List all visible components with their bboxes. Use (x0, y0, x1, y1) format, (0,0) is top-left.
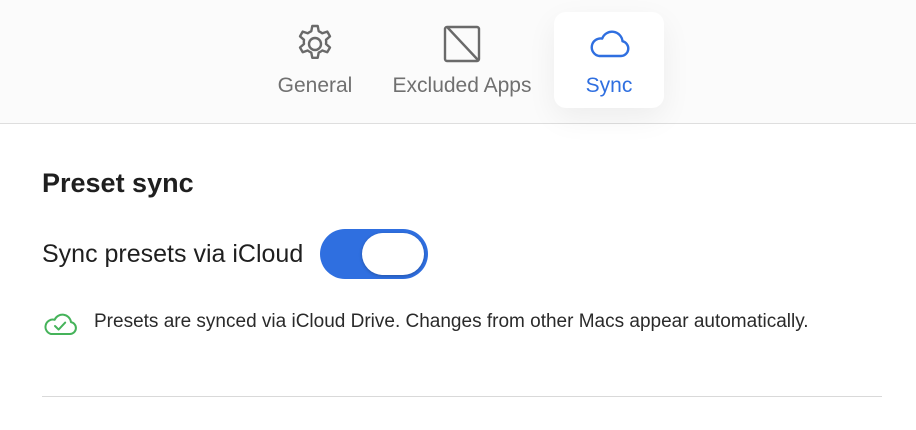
sync-status: Presets are synced via iCloud Drive. Cha… (42, 309, 842, 337)
gear-icon (298, 24, 332, 59)
tab-excluded-apps-label: Excluded Apps (392, 74, 532, 97)
section-divider (42, 396, 882, 397)
tab-excluded-apps[interactable]: Excluded Apps (376, 12, 548, 108)
cloud-icon (590, 30, 630, 58)
section-title: Preset sync (42, 168, 194, 198)
sync-presets-row: Sync presets via iCloud (42, 229, 429, 279)
tab-general-label: General (277, 74, 353, 97)
sync-presets-label: Sync presets via iCloud (42, 239, 304, 268)
sync-presets-toggle[interactable] (320, 229, 429, 279)
tab-sync-label: Sync (585, 74, 633, 97)
sync-status-message: Presets are synced via iCloud Drive. Cha… (94, 311, 809, 332)
tab-sync[interactable]: Sync (554, 12, 664, 108)
settings-window: General Excluded Apps Sync Preset sync S… (0, 0, 916, 430)
excluded-apps-icon (443, 25, 481, 63)
cloud-checkmark-icon (44, 313, 77, 335)
toggle-knob (362, 233, 425, 275)
tab-toolbar: General Excluded Apps Sync (0, 0, 916, 124)
tab-general[interactable]: General (266, 12, 364, 108)
